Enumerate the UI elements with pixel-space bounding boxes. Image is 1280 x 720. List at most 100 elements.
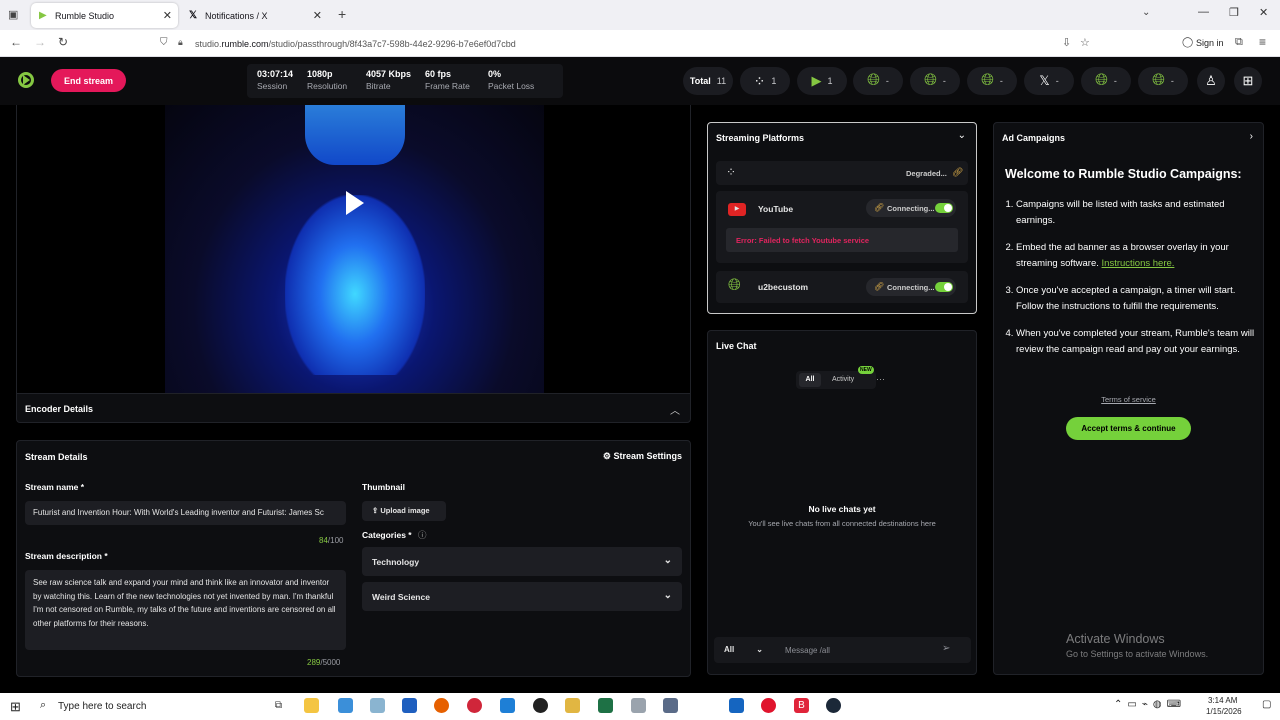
more-options-icon[interactable]: ··· xyxy=(876,374,885,384)
dest-globe-1[interactable]: 🌐︎ - xyxy=(853,67,903,95)
task-view-icon[interactable]: ⧉ xyxy=(271,698,286,713)
menu-icon[interactable]: ≡ xyxy=(1259,35,1266,49)
app-icon[interactable] xyxy=(631,698,646,713)
lava-lamp-image xyxy=(305,105,405,165)
accept-terms-button[interactable]: Accept terms & continue xyxy=(1066,417,1191,440)
video-frame[interactable] xyxy=(165,105,544,393)
dest-x[interactable]: 𝕏- xyxy=(1024,67,1074,95)
info-icon[interactable]: ⓘ xyxy=(418,530,427,540)
upload-image-button[interactable]: ⇪ Upload image xyxy=(362,501,446,521)
excel-icon[interactable] xyxy=(598,698,613,713)
app-icon[interactable] xyxy=(467,698,482,713)
tab-list-icon[interactable]: ▣ xyxy=(8,8,18,21)
app-icon[interactable] xyxy=(338,698,353,713)
total-label: Total xyxy=(689,76,711,86)
custom-toggle[interactable] xyxy=(935,282,953,292)
notification-icon[interactable]: ▢ xyxy=(1262,699,1271,710)
ad-campaigns-panel: Ad Campaigns › Welcome to Rumble Studio … xyxy=(993,122,1264,675)
lock-icon[interactable]: 🔒︎ xyxy=(178,37,183,48)
dest-rumble-dots[interactable]: ⁘ 1 xyxy=(740,67,790,95)
send-icon[interactable]: ➢ xyxy=(942,643,950,654)
steam-icon[interactable] xyxy=(826,698,841,713)
chat-tabs: All Activity NEW xyxy=(796,366,876,389)
stream-description-input[interactable]: See raw science talk and expand your min… xyxy=(25,570,346,650)
dest-globe-2[interactable]: 🌐︎ - xyxy=(910,67,960,95)
obs-icon[interactable] xyxy=(533,698,548,713)
stat-bitrate: 4057 Kbps Bitrate xyxy=(366,69,412,91)
clock-date[interactable]: 1/15/2026 xyxy=(1206,707,1242,716)
dest-rumble[interactable]: ▶ 1 xyxy=(797,67,847,95)
stream-description-counter: 289/5000 xyxy=(307,658,341,667)
system-tray-icons[interactable]: ⌃▭⌁◍⌨ xyxy=(1114,699,1186,710)
close-tab-icon[interactable]: ✕ xyxy=(313,9,322,22)
ad-campaigns-title: Ad Campaigns xyxy=(1002,133,1066,143)
close-window-button[interactable]: ✕ xyxy=(1259,6,1268,19)
windows-start-icon[interactable]: ⊞ xyxy=(10,699,21,715)
chevron-down-icon: ⌄ xyxy=(663,590,672,601)
chevron-down-icon[interactable]: ⌄ xyxy=(1142,7,1150,18)
tab-rumble-studio[interactable]: ▶ Rumble Studio ✕ xyxy=(31,3,178,28)
app-icon[interactable] xyxy=(370,698,385,713)
chat-destination-select[interactable]: All ⌄ xyxy=(724,645,763,654)
tab-notifications-x[interactable]: 𝕏 Notifications / X ✕ xyxy=(181,3,328,28)
app-icon[interactable] xyxy=(402,698,417,713)
account-icon[interactable]: ◯ xyxy=(1182,37,1193,48)
opera-icon[interactable] xyxy=(761,698,776,713)
new-tab-button[interactable]: + xyxy=(338,6,346,22)
instructions-link[interactable]: Instructions here. xyxy=(1102,258,1175,269)
end-stream-button[interactable]: End stream xyxy=(51,69,126,92)
welcome-heading: Welcome to Rumble Studio Campaigns: xyxy=(1005,167,1242,181)
close-tab-icon[interactable]: ✕ xyxy=(163,9,172,22)
rumble-dots-icon: ⁘ xyxy=(726,165,737,179)
shield-icon[interactable]: ⛉ xyxy=(160,37,168,48)
search-icon[interactable]: ⌕ xyxy=(40,699,46,712)
clock-time[interactable]: 3:14 AM xyxy=(1208,696,1237,705)
app-icon[interactable] xyxy=(500,698,515,713)
dest-globe-5[interactable]: 🌐︎ - xyxy=(1138,67,1188,95)
url-bar[interactable]: ⛉ 🔒︎ studio. rumble.com/studio/passthroug… xyxy=(150,33,1100,54)
grid-plus-icon: ⊞ xyxy=(1242,73,1254,88)
file-explorer-icon[interactable] xyxy=(304,698,319,713)
minimize-window-button[interactable]: — xyxy=(1198,6,1209,18)
stream-settings-button[interactable]: ⚙ Stream Settings xyxy=(603,451,682,462)
live-chat-title: Live Chat xyxy=(716,341,757,351)
app-icon[interactable] xyxy=(663,698,678,713)
terms-of-service-link[interactable]: Terms of service xyxy=(994,395,1263,404)
sign-in-button[interactable]: Sign in xyxy=(1196,38,1224,48)
maximize-window-button[interactable]: ❐ xyxy=(1229,6,1239,19)
add-destination-button[interactable]: ♙ xyxy=(1197,67,1225,95)
stream-name-input[interactable]: Futurist and Invention Hour: With World'… xyxy=(25,501,346,525)
stat-packetloss: 0% Packet Loss xyxy=(488,69,535,91)
forward-icon[interactable]: → xyxy=(34,35,46,49)
install-icon[interactable]: ⇩ xyxy=(1062,36,1071,49)
reload-icon[interactable]: ↻ xyxy=(58,35,68,49)
play-icon[interactable] xyxy=(346,191,364,215)
dest-globe-3[interactable]: 🌐︎ - xyxy=(967,67,1017,95)
link-icon[interactable]: 🔗︎ xyxy=(952,167,963,178)
back-icon[interactable]: ← xyxy=(10,35,22,49)
rumble-favicon-icon: ▶ xyxy=(39,9,47,21)
chevron-up-icon[interactable]: ︿ xyxy=(670,402,680,417)
chevron-right-icon[interactable]: › xyxy=(1250,131,1253,142)
url-prefix: studio. xyxy=(195,38,222,49)
brave-icon[interactable]: B xyxy=(794,698,809,713)
chevron-down-icon[interactable]: ⌄ xyxy=(958,130,966,141)
taskbar-search[interactable]: Type here to search xyxy=(58,701,146,712)
firefox-icon[interactable] xyxy=(434,698,449,713)
youtube-toggle[interactable] xyxy=(935,203,953,213)
encoder-details-panel[interactable]: Encoder Details ︿ xyxy=(16,393,691,423)
total-destinations[interactable]: Total 11 xyxy=(683,67,733,95)
custom-status: Connecting... xyxy=(887,283,935,292)
chat-message-input[interactable]: Message /all xyxy=(785,646,830,655)
extensions-icon[interactable]: ⧉ xyxy=(1235,36,1243,49)
total-count: 11 xyxy=(716,76,727,86)
app-icon[interactable] xyxy=(729,698,744,713)
dest-globe-4[interactable]: 🌐︎ - xyxy=(1081,67,1131,95)
app-icon[interactable] xyxy=(565,698,580,713)
apps-grid-button[interactable]: ⊞ xyxy=(1234,67,1262,95)
chat-tab-all[interactable]: All xyxy=(799,373,821,387)
category-select-1[interactable]: Technology ⌄ xyxy=(362,547,682,576)
chat-tab-activity[interactable]: Activity xyxy=(832,376,854,383)
bookmark-star-icon[interactable]: ☆ xyxy=(1080,36,1090,49)
category-select-2[interactable]: Weird Science ⌄ xyxy=(362,582,682,611)
